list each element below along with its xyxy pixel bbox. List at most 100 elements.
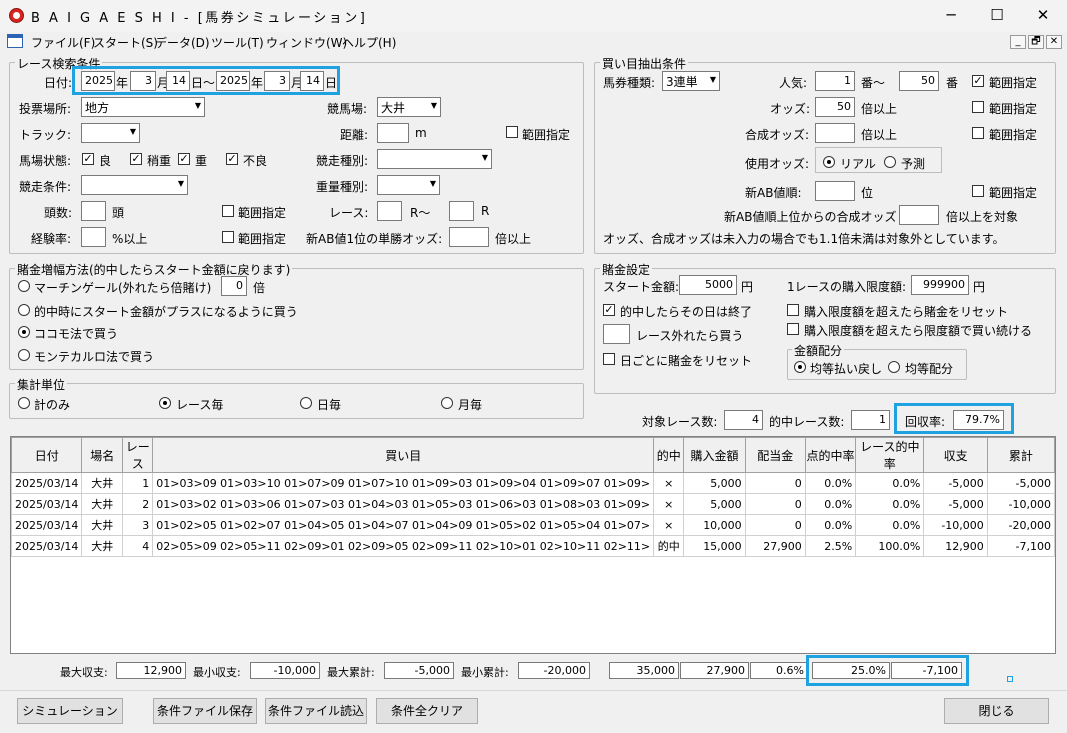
menu-file[interactable]: ファイル(F) xyxy=(31,34,95,51)
menu-tools[interactable]: ツール(T) xyxy=(211,34,264,51)
table-cell: -5,000 xyxy=(923,472,988,494)
popularity-from-input[interactable]: 1 xyxy=(815,71,855,91)
track-select[interactable]: 大井 xyxy=(377,97,441,117)
exp-input[interactable] xyxy=(81,227,106,247)
cond-good-checkbox[interactable]: ✓ xyxy=(82,153,94,165)
col-point-rate[interactable]: 点的中率 xyxy=(804,437,857,473)
over-reset-checkbox[interactable] xyxy=(787,304,799,316)
combined-odds-range-checkbox[interactable] xyxy=(972,127,984,139)
col-bets[interactable]: 買い目 xyxy=(152,437,655,473)
alloc-equal-payout-radio[interactable] xyxy=(794,361,806,373)
dist-input[interactable] xyxy=(377,123,409,143)
daily-reset-checkbox[interactable] xyxy=(603,353,615,365)
martingale-radio[interactable] xyxy=(18,280,30,292)
ab-rank-range-checkbox[interactable] xyxy=(972,185,984,197)
menu-data[interactable]: データ(D) xyxy=(155,34,210,51)
unit-month-radio[interactable] xyxy=(441,397,453,409)
odds-input[interactable]: 50 xyxy=(815,97,855,117)
cond-slightly-heavy-checkbox[interactable]: ✓ xyxy=(130,153,142,165)
mdi-close-button[interactable]: ✕ xyxy=(1046,35,1062,49)
ab-top-input[interactable] xyxy=(899,205,939,225)
use-odds-real-radio[interactable] xyxy=(823,156,835,168)
date-to-month[interactable]: 3 xyxy=(264,71,290,91)
race-rate-value: 25.0% xyxy=(812,662,890,679)
mdi-minimize-button[interactable]: _ xyxy=(1010,35,1026,49)
stop-on-hit-checkbox[interactable]: ✓ xyxy=(603,304,615,316)
odds-range-checkbox[interactable] xyxy=(972,101,984,113)
use-odds-predict-radio[interactable] xyxy=(884,156,896,168)
clear-conditions-button[interactable]: 条件全クリア xyxy=(376,698,478,724)
date-from-month[interactable]: 3 xyxy=(130,71,156,91)
col-payout[interactable]: 配当金 xyxy=(744,437,806,473)
unit-day-radio[interactable] xyxy=(300,397,312,409)
col-hit[interactable]: 的中 xyxy=(653,437,685,473)
col-race[interactable]: レース xyxy=(122,437,154,473)
menu-window[interactable]: ウィンドウ(W) xyxy=(266,34,347,51)
plus-on-hit-radio[interactable] xyxy=(18,304,30,316)
voting-select[interactable]: 地方 xyxy=(81,97,205,117)
ticket-type-select[interactable]: 3連単 xyxy=(662,71,720,91)
race-to-input[interactable] xyxy=(449,201,474,221)
save-conditions-button[interactable]: 条件ファイル保存 xyxy=(153,698,257,724)
col-date[interactable]: 日付 xyxy=(11,437,83,473)
popularity-to-input[interactable]: 50 xyxy=(899,71,939,91)
dist-unit: m xyxy=(415,126,427,140)
menu-start[interactable]: スタート(S) xyxy=(93,34,158,51)
kcond-select[interactable] xyxy=(81,175,188,195)
maximize-button[interactable]: ☐ xyxy=(974,0,1020,32)
col-venue[interactable]: 場名 xyxy=(81,437,124,473)
heads-input[interactable] xyxy=(81,201,106,221)
table-row[interactable]: 2025/03/14 大井 4 02>05>09 02>05>11 02>09>01 … xyxy=(11,535,1055,557)
heads-range-checkbox[interactable] xyxy=(222,205,234,217)
close-window-button[interactable]: ✕ xyxy=(1020,0,1066,32)
col-balance[interactable]: 収支 xyxy=(923,437,988,473)
unit-race-radio[interactable] xyxy=(159,397,171,409)
popularity-range-checkbox[interactable]: ✓ xyxy=(972,75,984,87)
exp-range-checkbox[interactable] xyxy=(222,231,234,243)
date-to-day[interactable]: 14 xyxy=(300,71,324,91)
limit-input[interactable]: 999900 xyxy=(911,275,969,295)
results-grid[interactable]: 日付 場名 レース 買い目 的中 購入金額 配当金 点的中率 レース的中率 収支… xyxy=(10,436,1056,654)
cocomo-radio[interactable] xyxy=(18,326,30,338)
table-row[interactable]: 2025/03/14 大井 3 01>02>05 01>02>07 01>04>05 … xyxy=(11,514,1055,536)
alloc-equal-split-radio[interactable] xyxy=(888,361,900,373)
ab-odds-input[interactable] xyxy=(449,227,489,247)
combined-odds-input[interactable] xyxy=(815,123,855,143)
total-purchase-value: 35,000 xyxy=(609,662,679,679)
race-label: レース: xyxy=(329,206,369,220)
odds-unit: 倍以上 xyxy=(861,102,898,116)
resize-grip-icon[interactable] xyxy=(1007,676,1013,682)
date-from-year[interactable]: 2025 xyxy=(81,71,115,91)
mdi-restore-button[interactable]: 🗗 xyxy=(1028,35,1044,49)
col-race-rate[interactable]: レース的中率 xyxy=(855,437,925,473)
montecarlo-radio[interactable] xyxy=(18,349,30,361)
col-purchase[interactable]: 購入金額 xyxy=(683,437,746,473)
menu-help[interactable]: ヘルプ(H) xyxy=(342,34,396,51)
miss-count-input[interactable] xyxy=(603,324,630,344)
simulation-button[interactable]: シミュレーション xyxy=(17,698,123,724)
martingale-input[interactable]: 0 xyxy=(221,276,247,296)
cond-bad-checkbox[interactable]: ✓ xyxy=(226,153,238,165)
table-cell: 2025/03/14 xyxy=(11,472,83,494)
recovery-rate-value: 79.7% xyxy=(953,410,1004,430)
mdi-child-icon[interactable] xyxy=(7,34,23,48)
minimize-button[interactable]: ─ xyxy=(928,0,974,32)
dist-range-checkbox[interactable] xyxy=(506,126,518,138)
over-continue-checkbox[interactable] xyxy=(787,323,799,335)
col-cumulative[interactable]: 累計 xyxy=(986,437,1055,473)
race-from-input[interactable] xyxy=(377,201,402,221)
ab-rank-input[interactable] xyxy=(815,181,855,201)
cond-heavy-checkbox[interactable]: ✓ xyxy=(178,153,190,165)
table-row[interactable]: 2025/03/14 大井 1 01>03>09 01>03>10 01>07>09 … xyxy=(11,472,1055,494)
date-to-year[interactable]: 2025 xyxy=(216,71,250,91)
unit-total-radio[interactable] xyxy=(18,397,30,409)
weight-select[interactable] xyxy=(377,175,440,195)
type-select[interactable] xyxy=(377,149,492,169)
max-cum-label: 最大累計: xyxy=(327,666,375,679)
load-conditions-button[interactable]: 条件ファイル読込 xyxy=(265,698,367,724)
table-row[interactable]: 2025/03/14 大井 2 01>03>02 01>03>06 01>07>03 … xyxy=(11,493,1055,515)
start-amount-input[interactable]: 5000 xyxy=(679,275,737,295)
trk-select[interactable] xyxy=(81,123,140,143)
close-button[interactable]: 閉じる xyxy=(944,698,1049,724)
date-from-day[interactable]: 14 xyxy=(166,71,190,91)
